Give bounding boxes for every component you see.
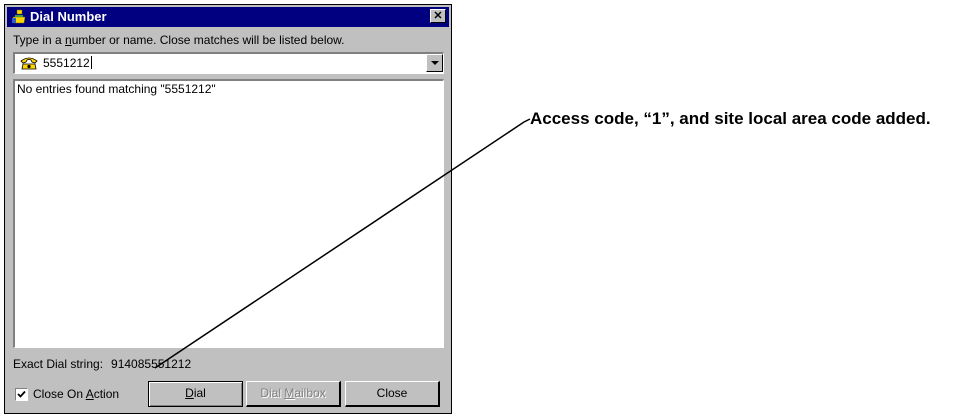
callout-annotation: Access code, “1”, and site local area co… <box>530 109 931 128</box>
callout-leader-line <box>154 118 531 369</box>
